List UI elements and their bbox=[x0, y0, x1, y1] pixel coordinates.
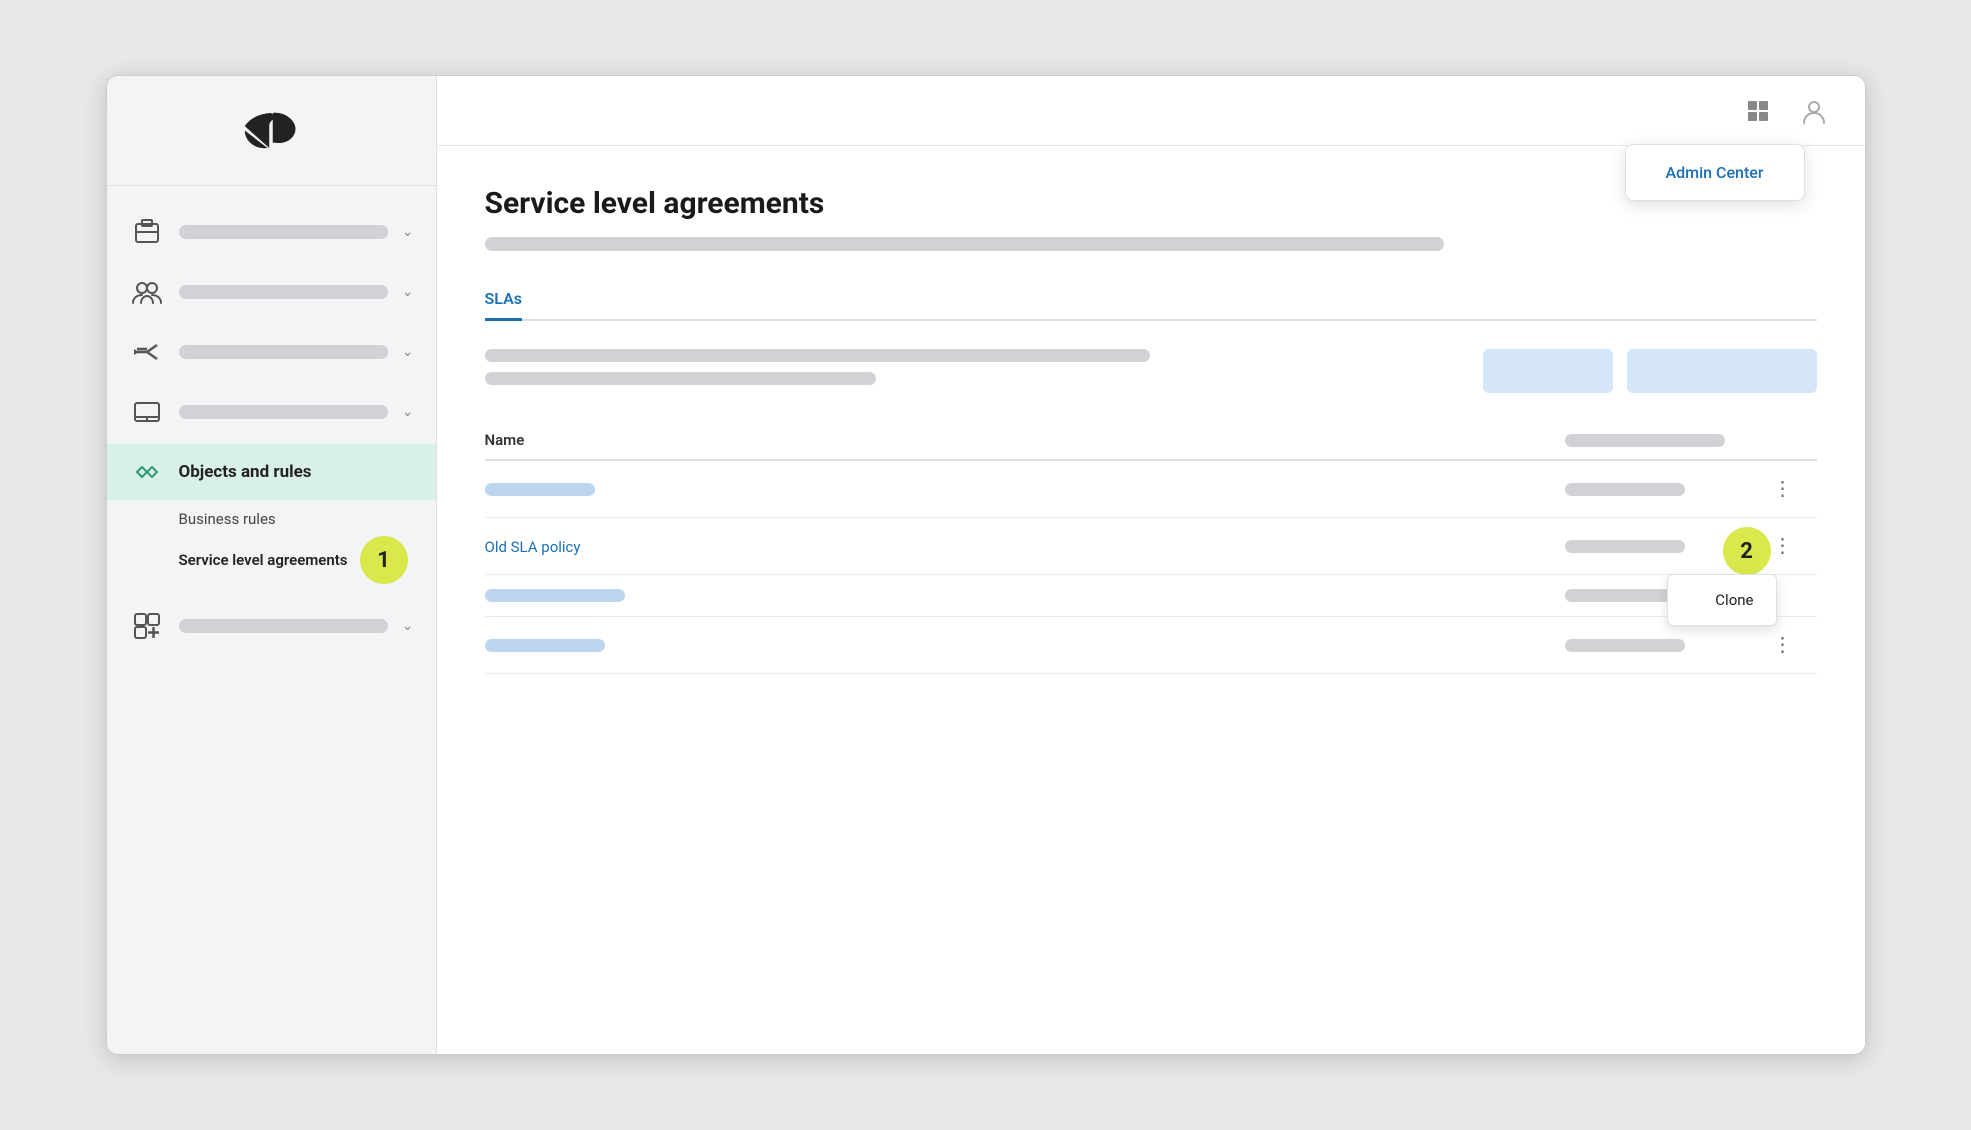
row-meta-cell bbox=[1549, 518, 1749, 575]
objects-and-rules-icon bbox=[129, 454, 165, 490]
apps-icon bbox=[129, 608, 165, 644]
sidebar-item-service-level-agreements[interactable]: Service level agreements bbox=[179, 545, 348, 575]
step-2-badge: 2 bbox=[1723, 527, 1771, 575]
sidebar-item-organization[interactable]: ⌄ bbox=[107, 204, 436, 260]
chevron-down-icon: ⌄ bbox=[402, 224, 414, 240]
sidebar-item-label bbox=[179, 405, 388, 419]
header: Admin Center bbox=[437, 76, 1865, 146]
sidebar-item-objects-and-rules[interactable]: Objects and rules bbox=[107, 444, 436, 500]
column-empty-1 bbox=[1549, 421, 1749, 460]
logo bbox=[107, 76, 436, 186]
sidebar-item-people[interactable]: ⌄ bbox=[107, 264, 436, 320]
page-subtitle-bar bbox=[485, 237, 1444, 251]
table-row: ⋮ bbox=[485, 617, 1817, 674]
description-bars bbox=[485, 349, 1463, 385]
grid-icon-button[interactable] bbox=[1739, 92, 1777, 130]
row-actions-cell: ⋮ bbox=[1749, 460, 1817, 518]
sidebar-nav: ⌄ ⌄ ⌄ bbox=[107, 186, 436, 1054]
page-content: Service level agreements SLAs bbox=[437, 146, 1865, 1054]
sla-policy-link[interactable]: Old SLA policy bbox=[485, 538, 581, 556]
sidebar-subnav-objects: Business rules Service level agreements … bbox=[107, 504, 436, 584]
table-row bbox=[485, 575, 1817, 617]
chevron-down-icon: ⌄ bbox=[402, 344, 414, 360]
clone-menu-item[interactable]: Clone bbox=[1668, 581, 1776, 619]
step-1-container: Service level agreements 1 bbox=[179, 536, 436, 584]
context-menu: Clone bbox=[1667, 574, 1777, 626]
row-meta-cell bbox=[1549, 460, 1749, 518]
row-name-cell bbox=[485, 460, 1549, 518]
row-name-bar bbox=[485, 589, 625, 602]
channels-icon bbox=[129, 334, 165, 370]
tabs: SLAs bbox=[485, 279, 1817, 321]
sidebar-item-label: Objects and rules bbox=[179, 462, 414, 482]
row-actions-cell: ⋮ 2 Clone bbox=[1749, 518, 1817, 575]
action-button-1[interactable] bbox=[1483, 349, 1613, 393]
sla-table: Name ⋮ bbox=[485, 421, 1817, 674]
table-row: ⋮ bbox=[485, 460, 1817, 518]
zendesk-logo-icon bbox=[236, 103, 306, 158]
row-name-bar bbox=[485, 639, 605, 652]
main-content: Admin Center Service level agreements SL… bbox=[437, 76, 1865, 1054]
sidebar-item-apps[interactable]: ⌄ bbox=[107, 598, 436, 654]
description-row bbox=[485, 349, 1817, 393]
row-meta-bar bbox=[1565, 483, 1685, 496]
sidebar-item-label bbox=[179, 619, 388, 633]
row-name-cell bbox=[485, 575, 1549, 617]
sidebar-item-workspaces[interactable]: ⌄ bbox=[107, 384, 436, 440]
desc-bar-1 bbox=[485, 349, 1150, 362]
row-name-cell: Old SLA policy bbox=[485, 518, 1549, 575]
more-actions-button[interactable]: ⋮ bbox=[1765, 631, 1801, 659]
sidebar-item-business-rules[interactable]: Business rules bbox=[179, 504, 436, 534]
user-icon-button[interactable] bbox=[1795, 92, 1833, 130]
sidebar-item-label bbox=[179, 225, 388, 239]
column-name: Name bbox=[485, 421, 1549, 460]
row-meta-bar bbox=[1565, 639, 1685, 652]
sidebar-item-channels[interactable]: ⌄ bbox=[107, 324, 436, 380]
organization-icon bbox=[129, 214, 165, 250]
tab-slas[interactable]: SLAs bbox=[485, 279, 522, 321]
column-actions bbox=[1749, 421, 1817, 460]
page-title: Service level agreements bbox=[485, 186, 1817, 221]
sidebar-item-label bbox=[179, 345, 388, 359]
header-icons bbox=[1739, 92, 1833, 130]
action-button-2[interactable] bbox=[1627, 349, 1817, 393]
chevron-down-icon: ⌄ bbox=[402, 404, 414, 420]
sidebar: ⌄ ⌄ ⌄ bbox=[107, 76, 437, 1054]
step-2-container: ⋮ 2 bbox=[1765, 532, 1801, 560]
desc-bar-2 bbox=[485, 372, 876, 385]
people-icon bbox=[129, 274, 165, 310]
chevron-down-icon: ⌄ bbox=[402, 284, 414, 300]
row-name-bar bbox=[485, 483, 595, 496]
chevron-down-icon: ⌄ bbox=[402, 618, 414, 634]
row-name-cell bbox=[485, 617, 1549, 674]
row-meta-bar bbox=[1565, 540, 1685, 553]
admin-center-popup[interactable]: Admin Center bbox=[1625, 144, 1805, 201]
table-row: Old SLA policy ⋮ 2 Clone bbox=[485, 518, 1817, 575]
workspaces-icon bbox=[129, 394, 165, 430]
step-1-badge: 1 bbox=[360, 536, 408, 584]
more-actions-button[interactable]: ⋮ bbox=[1765, 475, 1801, 503]
sidebar-item-label bbox=[179, 285, 388, 299]
action-buttons bbox=[1483, 349, 1817, 393]
